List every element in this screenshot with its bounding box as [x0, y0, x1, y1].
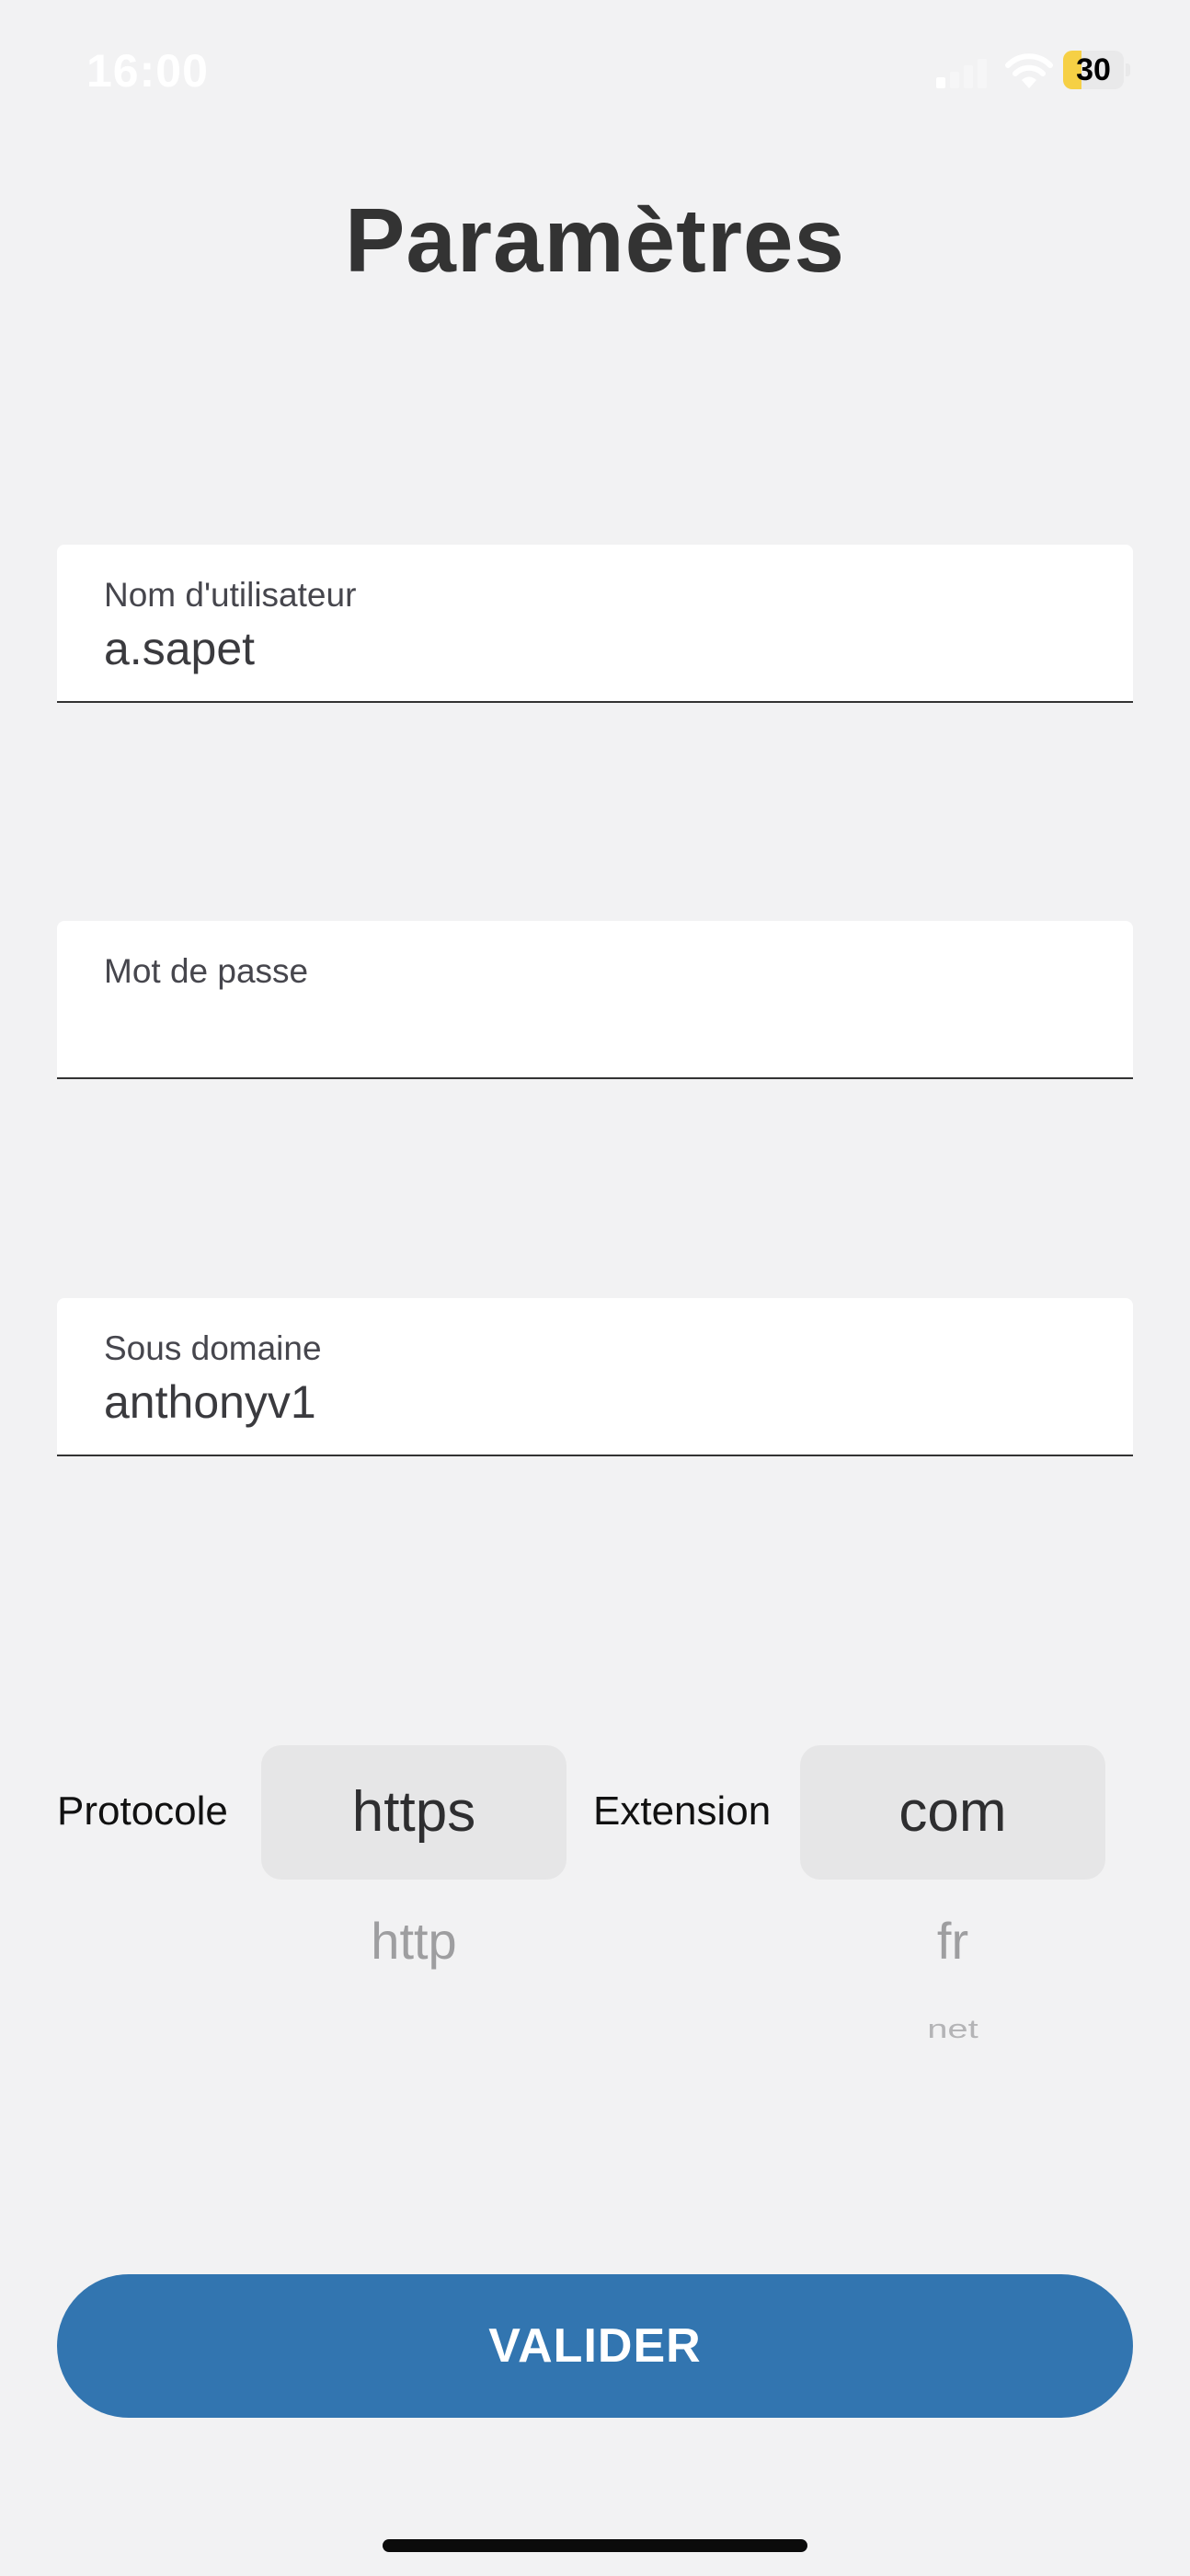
password-input[interactable] [104, 995, 1079, 1055]
battery-body: 30 [1063, 51, 1124, 89]
home-indicator [383, 2539, 807, 2552]
subdomain-label: Sous domaine [104, 1329, 322, 1367]
subdomain-input[interactable] [104, 1372, 1079, 1432]
username-label: Nom d'utilisateur [104, 576, 357, 614]
page-title: Paramètres [345, 190, 845, 291]
status-time: 16:00 [86, 45, 209, 97]
username-field[interactable]: Nom d'utilisateur [57, 545, 1133, 703]
battery-nub [1126, 63, 1130, 76]
validate-button[interactable]: VALIDER [57, 2274, 1133, 2418]
extension-picker-selected[interactable]: com [800, 1745, 1105, 1880]
battery-level: 30 [1076, 52, 1111, 87]
protocol-option-http[interactable]: http [261, 1911, 566, 1971]
protocol-label: Protocole [57, 1788, 228, 1834]
protocol-picker-selected[interactable]: https [261, 1745, 566, 1880]
extension-label: Extension [593, 1788, 772, 1834]
password-field[interactable]: Mot de passe [57, 921, 1133, 1079]
password-label: Mot de passe [104, 952, 309, 990]
subdomain-field[interactable]: Sous domaine [57, 1298, 1133, 1456]
wifi-icon [1005, 53, 1053, 88]
extension-option-fr[interactable]: fr [800, 1911, 1105, 1971]
username-input[interactable] [104, 618, 1079, 679]
extension-option-net[interactable]: net [800, 2015, 1105, 2049]
status-bar: 16:00 30 [0, 0, 1190, 138]
battery-icon: 30 [1063, 51, 1131, 89]
signal-icon [936, 57, 990, 88]
